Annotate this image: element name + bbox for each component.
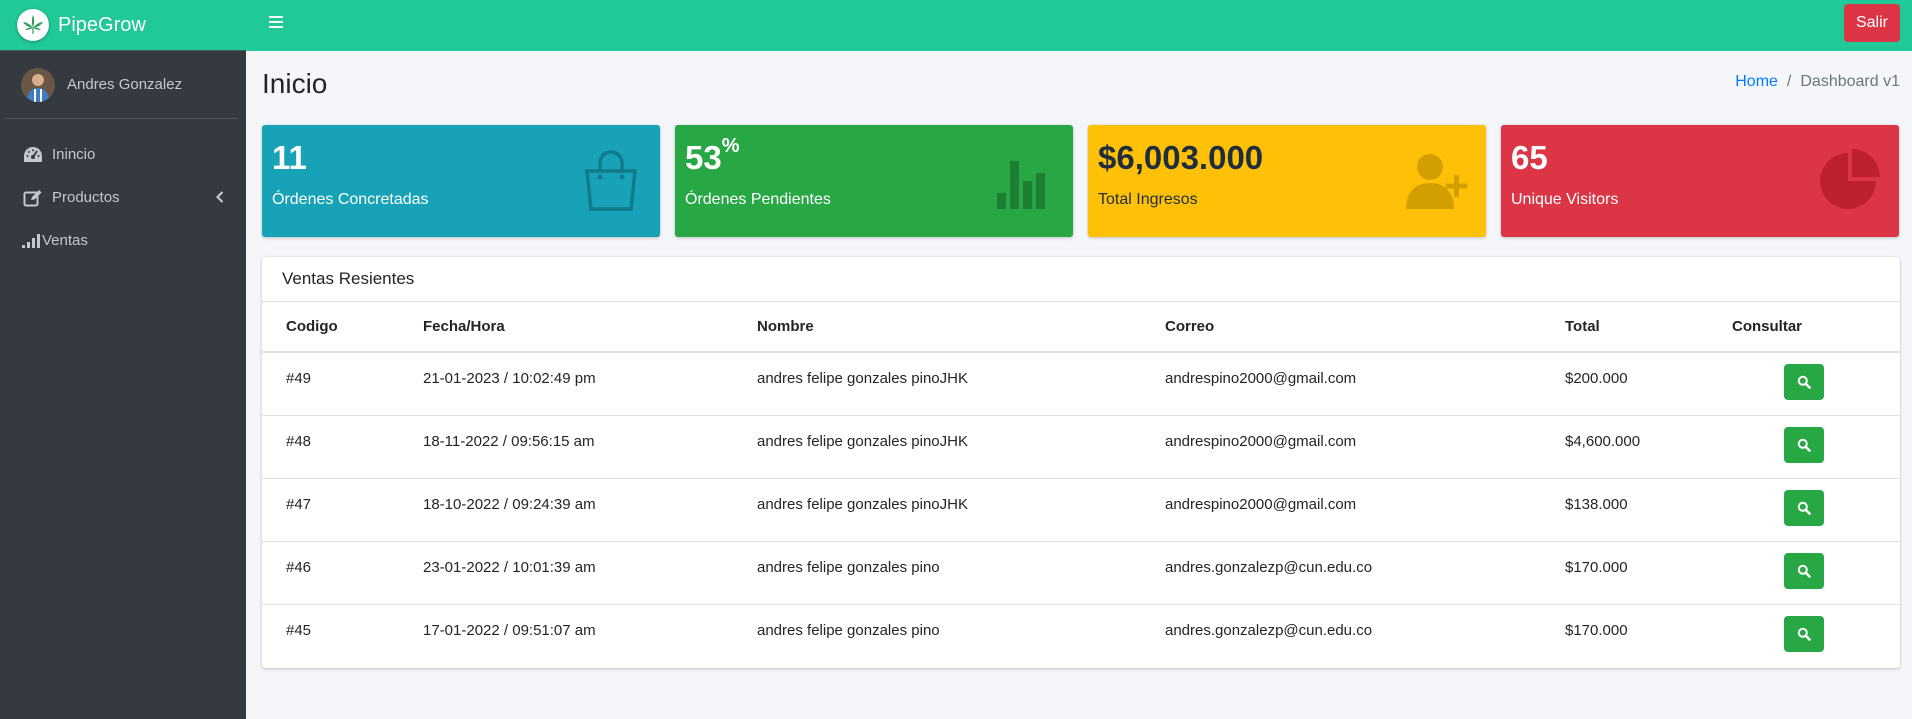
stat-label: Órdenes Pendientes — [685, 191, 831, 208]
brand-name: PipeGrow — [58, 13, 146, 36]
sidebar: PipeGrow Andres Gonzalez Inincio Product… — [0, 0, 246, 719]
cell-action — [1708, 478, 1900, 542]
cell-datetime: 21-01-2023 / 10:02:49 pm — [399, 352, 733, 416]
stat-value: $6,003.000 — [1098, 139, 1264, 176]
breadcrumb-current: Dashboard v1 — [1800, 73, 1900, 90]
logout-button[interactable]: Salir — [1843, 4, 1900, 42]
view-sale-button[interactable] — [1784, 426, 1824, 463]
sidebar-nav: Inincio Productos Ventas — [0, 119, 246, 262]
cell-code: #45 — [286, 621, 312, 639]
cell-action — [1708, 352, 1900, 416]
cell-total: $170.000 — [1541, 541, 1708, 605]
chevron-left-icon — [215, 190, 224, 207]
cell-code: #48 — [262, 415, 399, 479]
search-icon — [1797, 627, 1811, 641]
view-sale-button[interactable] — [1784, 615, 1824, 652]
stats-row: 11 Órdenes Concretadas 53% Órdenes Pendi… — [262, 125, 1899, 237]
column-header: Consultar — [1708, 302, 1900, 353]
breadcrumb-separator: / — [1786, 73, 1792, 90]
sidebar-item-label: Inincio — [52, 146, 96, 163]
stat-value: 11 — [272, 139, 307, 176]
search-icon — [1797, 375, 1811, 389]
edit-icon — [22, 189, 44, 207]
cell-action — [1708, 541, 1900, 605]
sales-table: Codigo Fecha/Hora Nombre Correo Total Co… — [262, 302, 1900, 667]
page-title: Inicio — [262, 68, 328, 99]
cell-email: andrespino2000@gmail.com — [1141, 478, 1541, 542]
stat-box-orders-pending[interactable]: 53% Órdenes Pendientes — [675, 125, 1073, 237]
cell-datetime: 18-10-2022 / 09:24:39 am — [399, 478, 733, 542]
cell-code: #46 — [262, 541, 399, 605]
cell-name: andres felipe gonzales pinoJHK — [733, 478, 1141, 542]
search-icon — [1797, 501, 1811, 515]
sidebar-item-ventas[interactable]: Ventas — [0, 219, 246, 262]
stat-label: Órdenes Concretadas — [272, 191, 429, 208]
view-sale-button[interactable] — [1784, 489, 1824, 526]
stat-label: Total Ingresos — [1098, 191, 1198, 208]
signal-bars-icon — [22, 233, 42, 249]
cell-email: andrespino2000@gmail.com — [1141, 415, 1541, 479]
dashboard-gauge-icon — [22, 146, 44, 164]
table-row: #46 23-01-2022 / 10:01:39 am andres feli… — [262, 541, 1900, 605]
sidebar-item-inicio[interactable]: Inincio — [0, 133, 246, 176]
leaf-icon — [17, 9, 49, 41]
cell-datetime: 18-11-2022 / 09:56:15 am — [399, 415, 733, 479]
avatar — [21, 67, 55, 102]
user-name: Andres Gonzalez — [67, 76, 183, 93]
sidebar-item-label: Productos — [52, 189, 120, 206]
sidebar-item-productos[interactable]: Productos — [0, 176, 246, 219]
column-header: Fecha/Hora — [399, 302, 733, 353]
cell-total: $138.000 — [1541, 478, 1708, 542]
brand-link[interactable]: PipeGrow — [0, 0, 246, 51]
search-icon — [1797, 438, 1811, 452]
bar-chart-icon — [991, 147, 1057, 213]
cell-email: andrespino2000@gmail.com — [1141, 352, 1541, 416]
pie-chart-icon — [1817, 147, 1883, 213]
sidebar-item-label: Ventas — [42, 232, 88, 249]
cell-email: andres.gonzalezp@cun.edu.co — [1165, 621, 1373, 639]
stat-box-total-income[interactable]: $6,003.000 Total Ingresos — [1088, 125, 1486, 237]
cell-total: $170.000 — [1565, 621, 1628, 639]
table-header-row: Codigo Fecha/Hora Nombre Correo Total Co… — [262, 302, 1900, 353]
view-sale-button[interactable] — [1784, 552, 1824, 589]
stat-value: 53% — [685, 135, 740, 176]
user-panel[interactable]: Andres Gonzalez — [5, 51, 238, 119]
cell-name: andres felipe gonzales pinoJHK — [733, 352, 1141, 416]
user-plus-icon — [1404, 147, 1470, 213]
column-header: Codigo — [262, 302, 399, 353]
hamburger-menu-icon[interactable] — [268, 14, 286, 32]
table-row: #48 18-11-2022 / 09:56:15 am andres feli… — [262, 415, 1900, 479]
column-header: Correo — [1141, 302, 1541, 353]
cell-name: andres felipe gonzales pinoJHK — [733, 415, 1141, 479]
table-row: #45 17-01-2022 / 09:51:07 am andres feli… — [262, 604, 1900, 667]
cell-datetime: 23-01-2022 / 10:01:39 am — [399, 541, 733, 605]
breadcrumb-home-link[interactable]: Home — [1735, 73, 1778, 91]
card-title: Ventas Resientes — [262, 257, 1900, 302]
cell-email: andres.gonzalezp@cun.edu.co — [1141, 541, 1541, 605]
cell-code: #47 — [262, 478, 399, 542]
cell-total: $200.000 — [1541, 352, 1708, 416]
stat-box-orders-completed[interactable]: 11 Órdenes Concretadas — [262, 125, 660, 237]
stat-value: 65 — [1511, 139, 1548, 176]
top-navbar: Salir — [246, 0, 1912, 51]
cell-action — [1708, 604, 1900, 667]
cell-action — [1708, 415, 1900, 479]
breadcrumb: Home / Dashboard v1 — [1735, 73, 1900, 91]
column-header: Nombre — [733, 302, 1141, 353]
table-row: #49 21-01-2023 / 10:02:49 pm andres feli… — [262, 352, 1900, 416]
recent-sales-card: Ventas Resientes Codigo Fecha/Hora Nombr… — [262, 257, 1900, 668]
cell-name: andres felipe gonzales pino — [757, 621, 940, 639]
stat-label: Unique Visitors — [1511, 191, 1619, 208]
table-row: #47 18-10-2022 / 09:24:39 am andres feli… — [262, 478, 1900, 542]
shopping-bag-icon — [578, 147, 644, 213]
cell-code: #49 — [262, 352, 399, 416]
cell-total: $4,600.000 — [1541, 415, 1708, 479]
view-sale-button[interactable] — [1784, 364, 1824, 400]
cell-name: andres felipe gonzales pino — [733, 541, 1141, 605]
cell-datetime: 17-01-2022 / 09:51:07 am — [423, 621, 596, 639]
search-icon — [1797, 564, 1811, 578]
column-header: Total — [1541, 302, 1708, 353]
stat-box-unique-visitors[interactable]: 65 Unique Visitors — [1501, 125, 1899, 237]
